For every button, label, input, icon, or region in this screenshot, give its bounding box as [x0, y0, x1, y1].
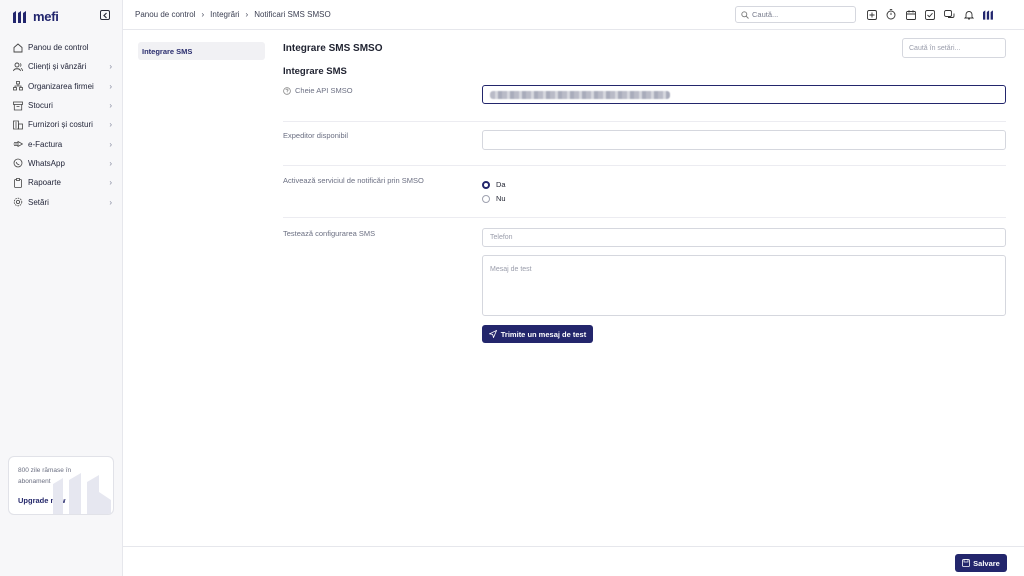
- top-bar: Panou de control › Integrări › Notificar…: [123, 0, 1024, 30]
- sidebar-item-label: Clienți și vânzări: [28, 62, 87, 72]
- efactura-icon: [13, 139, 23, 149]
- users-icon: [13, 62, 23, 72]
- save-icon: [962, 559, 971, 567]
- sender-label: Expeditor disponibil: [283, 131, 348, 140]
- sidebar-item-label: Stocuri: [28, 101, 53, 111]
- chevron-right-icon: ›: [109, 139, 112, 149]
- sidebar-item-dashboard[interactable]: Panou de control: [8, 38, 114, 57]
- test-label-text: Testează configurarea SMS: [283, 229, 376, 238]
- radio-yes-label: Da: [496, 180, 506, 189]
- api-key-label-row: Cheie API SMSO: [283, 86, 353, 95]
- page-title: Integrare SMS SMSO: [283, 43, 383, 54]
- app-logo[interactable]: mefi: [13, 9, 59, 24]
- divider: [283, 121, 1006, 122]
- settings-search-input[interactable]: Caută în setări...: [902, 38, 1006, 58]
- chevron-right-icon: ›: [109, 101, 112, 111]
- send-test-message-button[interactable]: Trimite un mesaj de test: [482, 325, 593, 343]
- timer-icon[interactable]: [885, 8, 898, 21]
- task-check-icon[interactable]: [924, 8, 937, 21]
- building-icon: [13, 120, 23, 130]
- api-key-value-redacted: [490, 91, 670, 99]
- message-placeholder: Mesaj de test: [490, 266, 532, 273]
- footer-bar: Salvare: [123, 546, 1024, 576]
- app-name: mefi: [33, 9, 59, 24]
- org-chart-icon: [13, 81, 23, 91]
- chevron-right-icon: ›: [109, 81, 112, 91]
- activate-label-text: Activează serviciul de notificări prin S…: [283, 176, 424, 185]
- breadcrumb-item-dashboard[interactable]: Panou de control: [135, 10, 196, 19]
- phone-input[interactable]: Telefon: [482, 228, 1006, 247]
- chat-icon[interactable]: [943, 8, 956, 21]
- chevron-right-icon: ›: [109, 178, 112, 188]
- sender-field[interactable]: [482, 130, 1006, 150]
- sidebar-item-label: Panou de control: [28, 43, 89, 53]
- search-icon: [741, 10, 749, 19]
- home-icon: [13, 43, 23, 53]
- sidebar-item-label: Setări: [28, 197, 49, 207]
- chevron-right-icon: ›: [109, 158, 112, 168]
- sidebar-item-organization[interactable]: Organizarea firmei ›: [8, 77, 114, 96]
- mefi-logo-icon: [13, 10, 26, 23]
- breadcrumb-item-integrations[interactable]: Integrări: [210, 10, 239, 19]
- search-placeholder: Caută...: [752, 10, 779, 19]
- sidebar-item-suppliers[interactable]: Furnizori și costuri ›: [8, 115, 114, 134]
- sidebar-item-label: e-Factura: [28, 139, 63, 149]
- api-key-label: Cheie API SMSO: [295, 86, 353, 95]
- chevron-right-icon: ›: [109, 62, 112, 72]
- phone-placeholder: Telefon: [490, 234, 513, 241]
- activate-label: Activează serviciul de notificări prin S…: [283, 176, 424, 185]
- subnav-item-integrare-sms[interactable]: Integrare SMS: [138, 42, 265, 60]
- sidebar-nav: Panou de control Clienți și vânzări › Or…: [8, 38, 114, 212]
- scrollbar[interactable]: [1018, 0, 1024, 576]
- mefi-brand-icon[interactable]: [982, 8, 996, 21]
- sidebar: mefi Panou de control Clienți și vânzări…: [0, 0, 123, 576]
- save-label: Salvare: [973, 558, 1000, 568]
- breadcrumb-item-current: Notificari SMS SMSO: [254, 10, 331, 19]
- sidebar-item-efactura[interactable]: e-Factura ›: [8, 134, 114, 153]
- bell-icon[interactable]: [963, 8, 976, 21]
- warehouse-icon: [13, 101, 23, 111]
- sidebar-item-stocks[interactable]: Stocuri ›: [8, 96, 114, 115]
- section-title: Integrare SMS: [283, 66, 347, 77]
- radio-selected-icon: [482, 180, 490, 189]
- sidebar-item-label: Organizarea firmei: [28, 81, 94, 91]
- sidebar-item-label: Rapoarte: [28, 178, 61, 188]
- chevron-right-icon: ›: [245, 10, 249, 19]
- sidebar-item-whatsapp[interactable]: WhatsApp ›: [8, 154, 114, 173]
- sidebar-item-clients[interactable]: Clienți și vânzări ›: [8, 57, 114, 76]
- test-message-textarea[interactable]: Mesaj de test: [482, 255, 1006, 316]
- gear-icon: [13, 197, 23, 207]
- chevron-right-icon: ›: [201, 10, 205, 19]
- upgrade-decoration-icon: [53, 473, 111, 514]
- collapse-sidebar-button[interactable]: [100, 10, 110, 20]
- help-circle-icon: [283, 86, 291, 95]
- upgrade-card: 800 zile rămase în abonament Upgrade now…: [8, 456, 114, 515]
- clipboard-icon: [13, 177, 23, 188]
- divider: [283, 217, 1006, 218]
- sidebar-item-label: WhatsApp: [28, 158, 65, 168]
- calendar-icon[interactable]: [904, 8, 917, 21]
- radio-no[interactable]: Nu: [482, 194, 506, 203]
- sidebar-item-settings[interactable]: Setări ›: [8, 192, 114, 211]
- global-search-input[interactable]: Caută...: [735, 6, 856, 23]
- save-button[interactable]: Salvare: [955, 554, 1007, 572]
- sidebar-item-label: Furnizori și costuri: [28, 120, 93, 130]
- radio-no-label: Nu: [496, 194, 506, 203]
- send-test-message-label: Trimite un mesaj de test: [500, 329, 587, 339]
- send-icon: [488, 330, 497, 338]
- sidebar-item-reports[interactable]: Rapoarte ›: [8, 173, 114, 192]
- chevron-right-icon: ›: [109, 197, 112, 207]
- radio-unselected-icon: [482, 194, 490, 203]
- add-icon[interactable]: [865, 8, 878, 21]
- breadcrumb: Panou de control › Integrări › Notificar…: [135, 10, 331, 19]
- collapse-icon: [102, 12, 107, 18]
- radio-yes[interactable]: Da: [482, 180, 506, 189]
- test-label: Testează configurarea SMS: [283, 229, 375, 238]
- whatsapp-icon: [13, 158, 23, 168]
- divider: [283, 165, 1006, 166]
- sender-label-text: Expeditor disponibil: [283, 131, 349, 140]
- chevron-right-icon: ›: [109, 120, 112, 130]
- top-actions: [865, 8, 996, 21]
- api-key-field[interactable]: [482, 85, 1006, 104]
